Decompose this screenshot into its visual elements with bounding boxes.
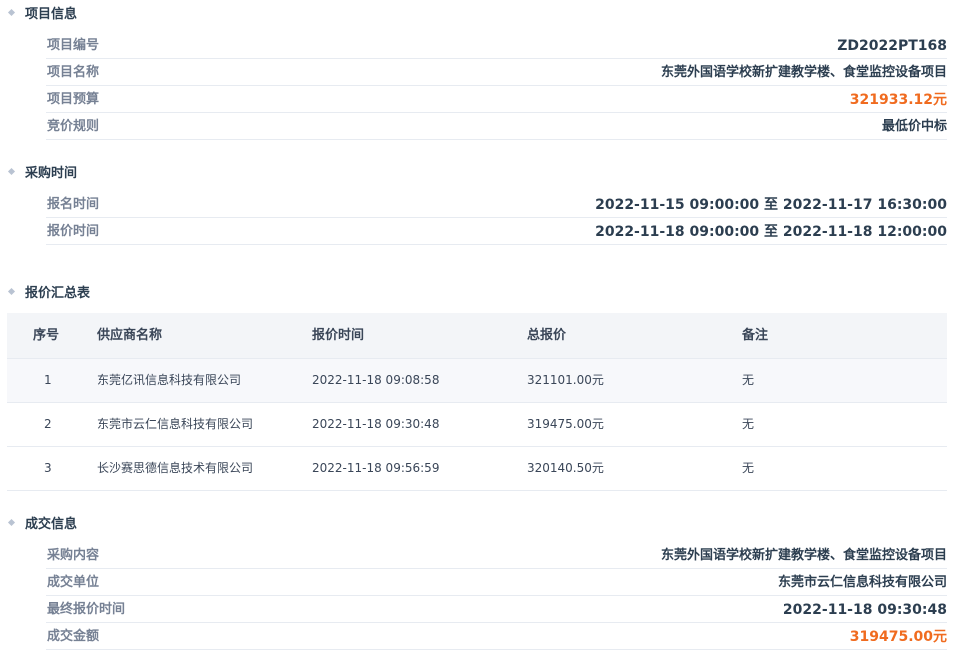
- cell-quote-time: 2022-11-18 09:30:48: [312, 417, 440, 431]
- section-title-project-info: 项目信息: [7, 4, 78, 26]
- field-label: 项目编号: [47, 38, 100, 53]
- column-header-remark: 备注: [742, 328, 769, 343]
- column-header-quote-time: 报价时间: [312, 328, 365, 343]
- field-label: 采购内容: [47, 548, 100, 563]
- field-label: 项目名称: [47, 65, 100, 80]
- field-label: 报价时间: [47, 224, 100, 239]
- quote-summary-table: 序号 供应商名称 报价时间 总报价 备注 1 东莞亿讯信息科技有限公司 2022…: [7, 313, 947, 491]
- section-title-text: 报价汇总表: [25, 286, 91, 301]
- section-title-text: 采购时间: [25, 166, 78, 181]
- field-label: 成交单位: [47, 575, 100, 590]
- cell-total-price: 320140.50元: [527, 461, 604, 475]
- section-title-procurement-time: 采购时间: [7, 163, 78, 185]
- section-title-text: 成交信息: [25, 517, 78, 532]
- table-row: 1 东莞亿讯信息科技有限公司 2022-11-18 09:08:58 32110…: [7, 359, 947, 403]
- registration-time-value: 2022-11-15 09:00:00 至 2022-11-17 16:30:0…: [595, 195, 947, 215]
- field-label: 最终报价时间: [47, 602, 126, 617]
- end-time: 2022-11-17 16:30:00: [782, 197, 947, 213]
- section-title-text: 项目信息: [25, 7, 78, 22]
- range-separator: 至: [764, 197, 779, 213]
- section-title-deal-info: 成交信息: [7, 514, 78, 536]
- cell-quote-time: 2022-11-18 09:08:58: [312, 373, 440, 387]
- start-time: 2022-11-15 09:00:00: [595, 197, 760, 213]
- field-label: 竞价规则: [47, 119, 100, 134]
- diamond-bullet-icon: [7, 167, 16, 176]
- table-row: 3 长沙赛思德信息技术有限公司 2022-11-18 09:56:59 3201…: [7, 447, 947, 491]
- info-row-deal-amount: 成交金额 319475.00元: [46, 624, 947, 650]
- cell-supplier: 东莞市云仁信息科技有限公司: [97, 417, 254, 431]
- table-row: 2 东莞市云仁信息科技有限公司 2022-11-18 09:30:48 3194…: [7, 403, 947, 447]
- quote-time-value: 2022-11-18 09:00:00 至 2022-11-18 12:00:0…: [595, 222, 947, 242]
- diamond-bullet-icon: [7, 518, 16, 527]
- column-header-index: 序号: [33, 328, 60, 343]
- end-time: 2022-11-18 12:00:00: [782, 224, 947, 240]
- bidding-rule-value: 最低价中标: [881, 119, 947, 134]
- cell-total-price: 321101.00元: [527, 373, 604, 387]
- cell-supplier: 长沙赛思德信息技术有限公司: [97, 461, 254, 475]
- diamond-bullet-icon: [7, 287, 16, 296]
- range-separator: 至: [764, 224, 779, 240]
- diamond-bullet-icon: [7, 8, 16, 17]
- final-quote-time-value: 2022-11-18 09:30:48: [782, 602, 947, 618]
- table-header: 序号 供应商名称 报价时间 总报价 备注: [7, 313, 947, 359]
- info-row-bidding-rule: 竞价规则 最低价中标: [46, 114, 947, 140]
- procurement-content-value: 东莞外国语学校新扩建教学楼、食堂监控设备项目: [660, 548, 947, 563]
- info-row-quote-time: 报价时间 2022-11-18 09:00:00 至 2022-11-18 12…: [46, 219, 947, 245]
- info-row-project-name: 项目名称 东莞外国语学校新扩建教学楼、食堂监控设备项目: [46, 60, 947, 86]
- info-row-winning-unit: 成交单位 东莞市云仁信息科技有限公司: [46, 570, 947, 596]
- info-row-project-number: 项目编号 ZD2022PT168: [46, 33, 947, 59]
- column-header-supplier: 供应商名称: [97, 328, 163, 343]
- cell-remark: 无: [742, 461, 755, 475]
- cell-total-price: 319475.00元: [527, 417, 604, 431]
- cell-quote-time: 2022-11-18 09:56:59: [312, 461, 440, 475]
- deal-amount-value: 319475.00元: [849, 629, 947, 645]
- project-number-value: ZD2022PT168: [837, 38, 947, 54]
- cell-index: 2: [44, 417, 52, 431]
- project-budget-value: 321933.12元: [849, 92, 947, 108]
- winning-unit-value: 东莞市云仁信息科技有限公司: [777, 575, 947, 590]
- cell-remark: 无: [742, 373, 755, 387]
- section-title-quote-summary: 报价汇总表: [7, 283, 91, 305]
- column-header-total-price: 总报价: [527, 328, 567, 343]
- start-time: 2022-11-18 09:00:00: [595, 224, 760, 240]
- info-row-project-budget: 项目预算 321933.12元: [46, 87, 947, 113]
- field-label: 项目预算: [47, 92, 100, 107]
- cell-remark: 无: [742, 417, 755, 431]
- info-row-final-quote-time: 最终报价时间 2022-11-18 09:30:48: [46, 597, 947, 623]
- info-row-procurement-content: 采购内容 东莞外国语学校新扩建教学楼、食堂监控设备项目: [46, 543, 947, 569]
- info-row-registration-time: 报名时间 2022-11-15 09:00:00 至 2022-11-17 16…: [46, 192, 947, 218]
- project-name-value: 东莞外国语学校新扩建教学楼、食堂监控设备项目: [660, 65, 947, 80]
- field-label: 报名时间: [47, 197, 100, 212]
- cell-index: 1: [44, 373, 52, 387]
- field-label: 成交金额: [47, 629, 100, 644]
- cell-index: 3: [44, 461, 52, 475]
- cell-supplier: 东莞亿讯信息科技有限公司: [97, 373, 242, 387]
